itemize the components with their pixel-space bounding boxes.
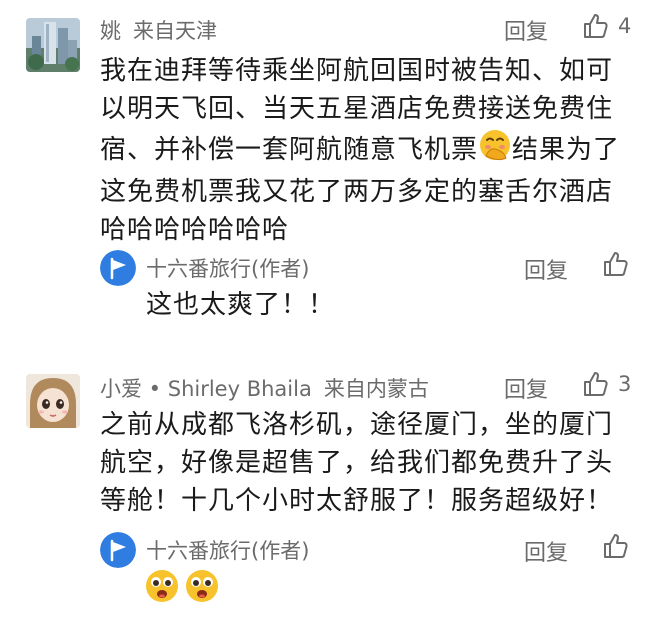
reply-button[interactable]: 回复 (504, 372, 548, 404)
reply-author[interactable]: 十六番旅行(作者) (146, 253, 309, 283)
comment-line: 以明天飞回、当天五星酒店免费接送免费住 (100, 94, 614, 124)
like-count: 4 (618, 14, 632, 38)
reply-author[interactable]: 十六番旅行(作者) (146, 535, 309, 565)
like-count: 3 (618, 372, 632, 396)
author-location: 来自天津 (133, 19, 217, 43)
avatar-xiaoai[interactable] (26, 374, 80, 428)
reply-emojis (144, 568, 220, 608)
reply-button[interactable]: 回复 (524, 535, 568, 567)
doll-photo-icon (26, 374, 80, 428)
open-mouth-emoji (184, 568, 220, 608)
hand-over-mouth-emoji (478, 128, 512, 173)
comment-author-line: 姚来自天津 (100, 15, 217, 45)
author-avatar[interactable] (100, 532, 136, 568)
comment-line-text: 结果为了 (512, 135, 621, 165)
city-photo-icon (26, 18, 80, 72)
reply-button[interactable]: 回复 (524, 253, 568, 285)
comment-line: 宿、并补偿一套阿航随意飞机票 结果为了 (100, 128, 640, 173)
like-button[interactable]: 4 (582, 12, 631, 40)
like-button[interactable] (602, 532, 630, 564)
comment-line: 航空，好像是超售了，给我们都免费升了头 (100, 448, 614, 478)
author-location: 来自内蒙古 (323, 377, 429, 401)
open-mouth-emoji (144, 568, 180, 608)
thumbs-up-icon (584, 372, 608, 396)
reply-text: 这也太爽了！！ (146, 290, 336, 320)
flag-logo-icon (100, 532, 136, 568)
comment-line-text: 宿、并补偿一套阿航随意飞机票 (100, 135, 479, 165)
author-name[interactable]: 小爱 • Shirley Bhaila (100, 377, 312, 401)
comment-line: 我在迪拜等待乘坐阿航回国时被告知、如可 (100, 56, 614, 86)
like-button[interactable] (602, 250, 630, 282)
thumbs-up-icon (604, 534, 628, 558)
thumbs-up-icon (604, 252, 628, 276)
comment-line: 这免费机票我又花了两万多定的塞舌尔酒店 (100, 177, 614, 207)
comment-line: 之前从成都飞洛杉矶，途径厦门，坐的厦门 (100, 410, 614, 440)
comment-body: 我在迪拜等待乘坐阿航回国时被告知、如可 以明天飞回、当天五星酒店免费接送免费住 … (100, 52, 640, 249)
comment-body: 之前从成都飞洛杉矶，途径厦门，坐的厦门 航空，好像是超售了，给我们都免费升了头 … (100, 406, 640, 520)
author-avatar[interactable] (100, 250, 136, 286)
reply-button[interactable]: 回复 (504, 14, 548, 46)
comment-line: 哈哈哈哈哈哈哈 (100, 215, 290, 245)
comment-line: 等舱！十几个小时太舒服了！服务超级好！ (100, 486, 614, 516)
avatar-yao[interactable] (26, 18, 80, 72)
thumbs-up-icon (584, 14, 608, 38)
author-name[interactable]: 姚 (100, 19, 121, 43)
comment-author-line: 小爱 • Shirley Bhaila 来自内蒙古 (100, 373, 429, 403)
like-button[interactable]: 3 (582, 370, 631, 398)
flag-logo-icon (100, 250, 136, 286)
